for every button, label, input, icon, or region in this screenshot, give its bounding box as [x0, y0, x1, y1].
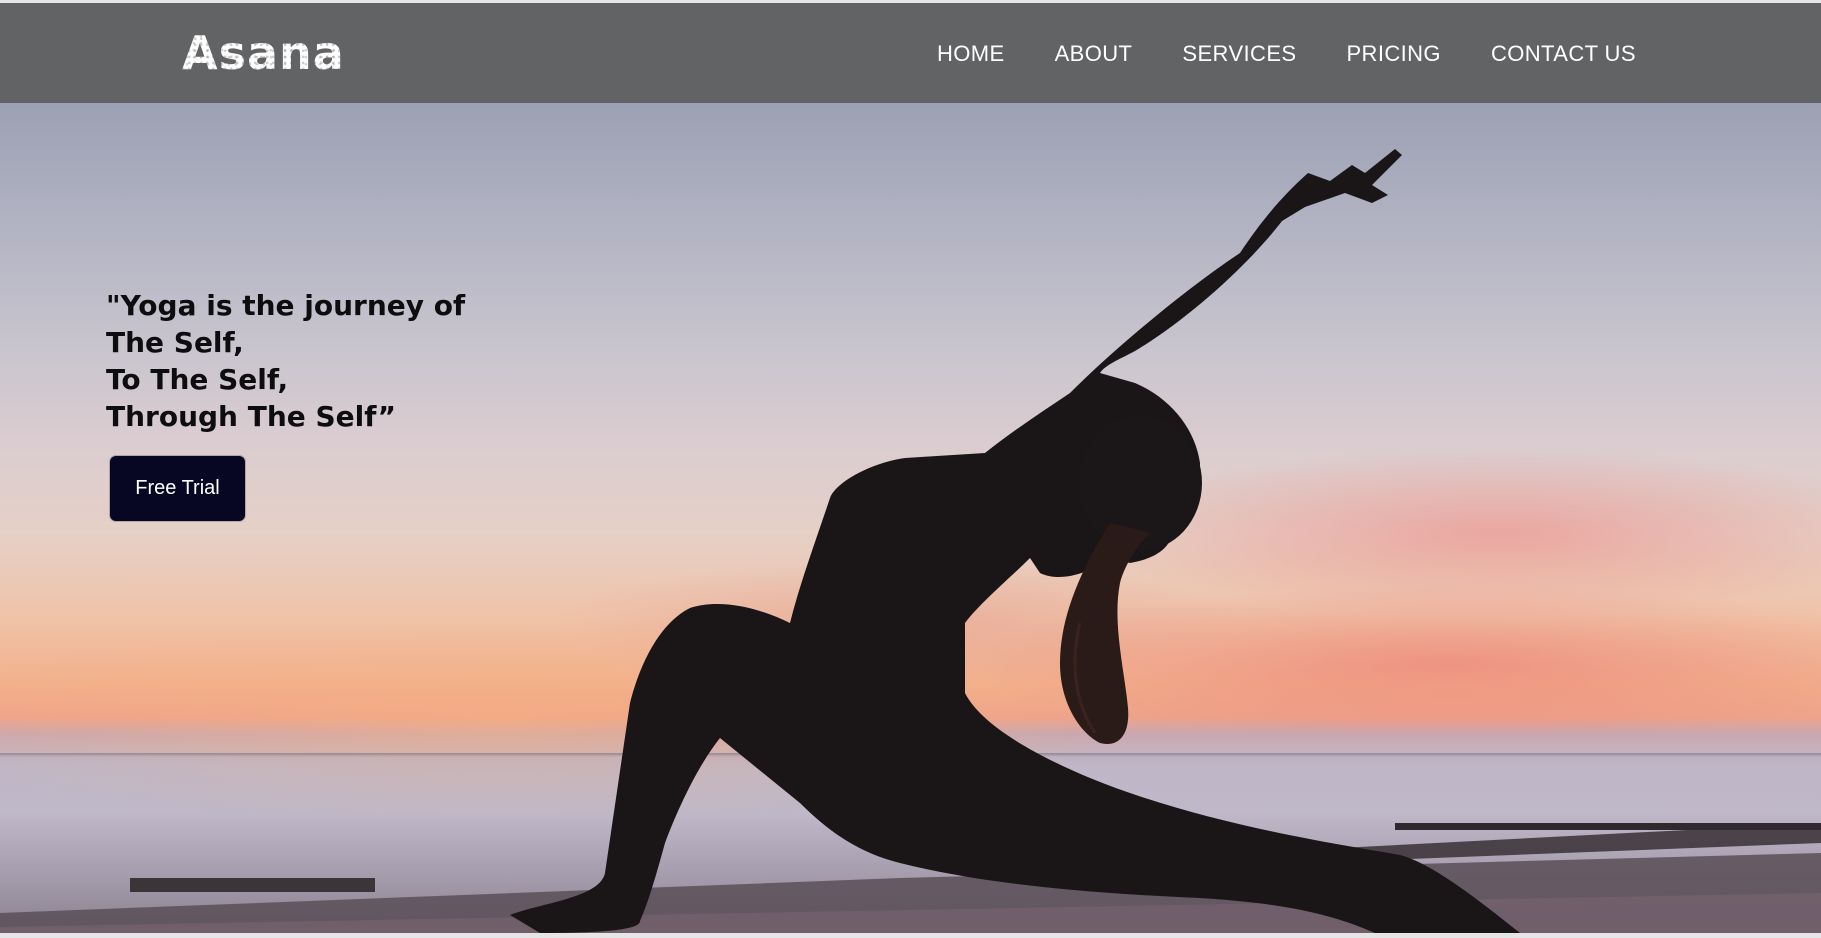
nav-about[interactable]: ABOUT — [1055, 41, 1133, 67]
logo[interactable]: Asana — [182, 25, 345, 81]
nav-links: HOME ABOUT SERVICES PRICING CONTACT US — [937, 41, 1636, 67]
page: Asana HOME ABOUT SERVICES PRICING CONTAC… — [0, 0, 1821, 938]
nav-pricing[interactable]: PRICING — [1346, 41, 1440, 67]
navbar: Asana HOME ABOUT SERVICES PRICING CONTAC… — [0, 3, 1821, 103]
yoga-silhouette-image — [510, 149, 1520, 933]
hero-quote: "Yoga is the journey of The Self, To The… — [106, 289, 466, 433]
nav-home[interactable]: HOME — [937, 41, 1005, 67]
nav-contact-us[interactable]: CONTACT US — [1491, 41, 1636, 67]
nav-services[interactable]: SERVICES — [1182, 41, 1296, 67]
free-trial-button[interactable]: Free Trial — [110, 456, 245, 521]
hero-section: "Yoga is the journey of The Self, To The… — [0, 103, 1821, 933]
